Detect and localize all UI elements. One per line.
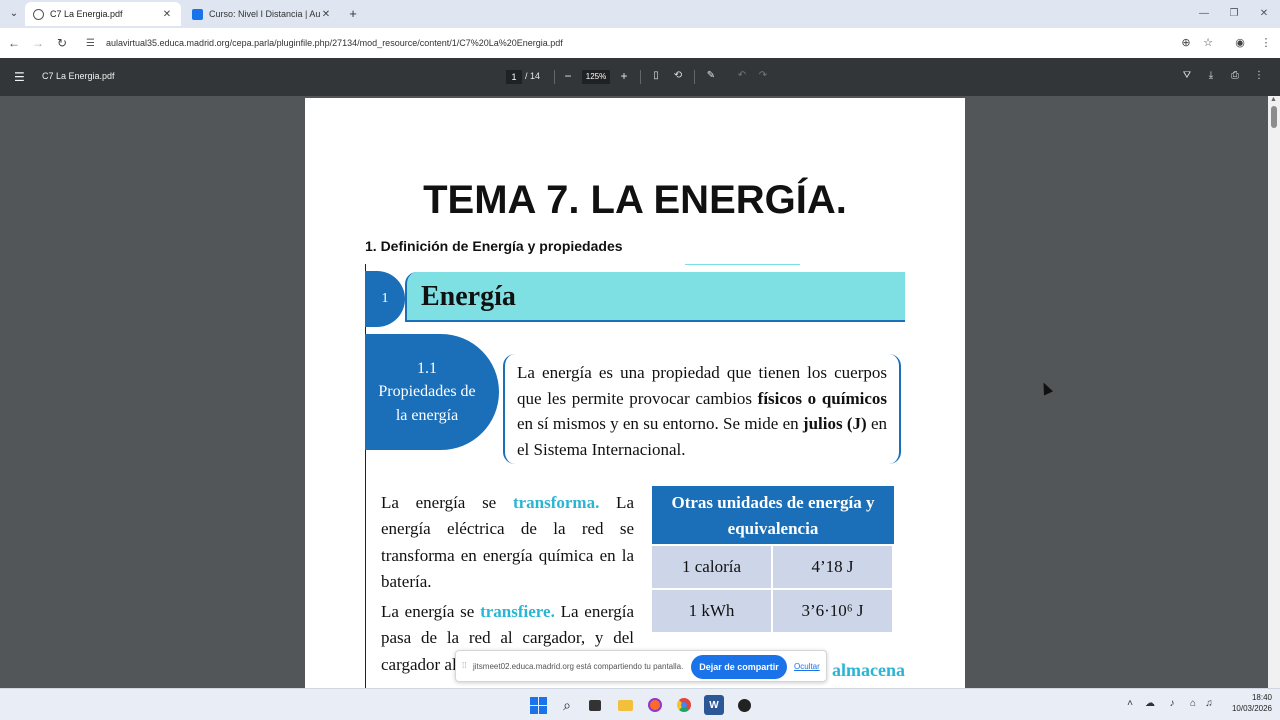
drive-save-icon[interactable]: ⛛ xyxy=(1180,69,1194,83)
hide-link[interactable]: Ocultar xyxy=(794,662,820,671)
page-number-input[interactable]: 1 xyxy=(506,70,522,84)
properties-heading: 1.1 Propiedades de la energía xyxy=(365,334,499,450)
definition-text: en sí mismos y en su entorno. Se mide en xyxy=(517,414,803,433)
word-icon[interactable]: W xyxy=(704,695,724,715)
screen-share-bar: ⁞⁞ jitsmeet02.educa.madrid.org está comp… xyxy=(455,650,827,682)
keyword: transforma. xyxy=(512,493,600,512)
tab-strip: ⌄ C7 La Energia.pdf ✕ Curso: Nivel I Dis… xyxy=(0,0,1280,28)
mouse-cursor-icon xyxy=(1038,380,1054,396)
show-hidden-icons-icon[interactable]: ˄ xyxy=(1123,698,1137,709)
tab-title: Curso: Nivel I Distancia | AulaVi xyxy=(209,9,320,19)
annotate-icon[interactable]: ✎ xyxy=(704,69,718,83)
almacena-keyword: almacena xyxy=(832,660,905,680)
task-view-icon[interactable] xyxy=(585,695,605,715)
banner-title: Energía xyxy=(405,272,905,322)
vertical-scrollbar[interactable]: ▲ xyxy=(1268,96,1280,688)
download-icon[interactable]: ⤓ xyxy=(1204,69,1218,83)
document-title: TEMA 7. LA ENERGÍA. xyxy=(423,178,847,222)
profile-icon[interactable]: ◉ xyxy=(1232,35,1248,51)
drag-handle-icon[interactable]: ⁞⁞ xyxy=(462,661,466,670)
url-text: aulavirtual35.educa.madrid.org/cepa.parl… xyxy=(106,38,563,48)
share-message: jitsmeet02.educa.madrid.org está compart… xyxy=(473,662,684,671)
keyword: transfiere. xyxy=(480,602,555,621)
section-heading: 1. Definición de Energía y propiedades xyxy=(365,238,623,254)
divider xyxy=(694,70,695,84)
units-table-heading: Otras unidades de energía y equivalencia xyxy=(652,486,894,544)
transforma-paragraph: La energía se transforma. La energía elé… xyxy=(381,490,634,595)
zoom-icon[interactable]: ⊕ xyxy=(1178,35,1194,51)
file-explorer-icon[interactable] xyxy=(615,695,635,715)
globe-icon xyxy=(33,8,44,20)
more-options-icon[interactable]: ⋮ xyxy=(1252,69,1266,83)
minimize-icon[interactable]: — xyxy=(1194,6,1214,22)
value-cell: 3’6·10⁶ J xyxy=(773,590,892,632)
tab-title: C7 La Energia.pdf xyxy=(50,9,123,19)
definition-bold: físicos o químicos xyxy=(757,388,888,408)
clock-date: 10/03/2026 xyxy=(1231,703,1272,713)
window-close-icon[interactable]: ✕ xyxy=(1254,6,1274,22)
scrollbar-thumb[interactable] xyxy=(1271,106,1277,128)
divider xyxy=(554,70,555,84)
redo-icon[interactable]: ↷ xyxy=(756,69,770,83)
close-icon[interactable]: ✕ xyxy=(320,9,332,20)
paragraph-text: La energía se xyxy=(381,602,481,621)
print-icon[interactable]: ⎙ xyxy=(1228,69,1242,83)
definition-bold: julios (J) xyxy=(802,414,867,433)
fit-page-icon[interactable]: ▯ xyxy=(649,69,663,83)
reload-icon[interactable]: ↻ xyxy=(54,35,70,51)
zoom-in-button[interactable]: + xyxy=(617,69,631,83)
address-bar[interactable]: ☰ aulavirtual35.educa.madrid.org/cepa.pa… xyxy=(80,31,1230,55)
search-icon[interactable]: ⌕ xyxy=(557,695,577,715)
banner-number: 1 xyxy=(365,271,405,327)
forward-icon[interactable]: → xyxy=(30,35,46,51)
properties-heading-text: 1.1 Propiedades de la energía xyxy=(378,360,476,424)
unit-cell: 1 kWh xyxy=(652,590,771,632)
rotate-icon[interactable]: ⟲ xyxy=(671,69,685,83)
properties-definition: La energía es una propiedad que tienen l… xyxy=(503,354,901,464)
unit-cell: 1 caloría xyxy=(652,546,771,588)
network-icon[interactable]: ⌂ xyxy=(1186,698,1200,709)
page-total: / 14 xyxy=(525,71,541,81)
restore-icon[interactable]: ❐ xyxy=(1224,6,1244,22)
pdf-title: C7 La Energia.pdf xyxy=(42,71,115,81)
pdf-toolbar: ☰ C7 La Energia.pdf 1 / 14 − 125% + ▯ ⟲ … xyxy=(0,58,1280,96)
bookmark-star-icon[interactable]: ☆ xyxy=(1200,35,1216,51)
tab-pdf[interactable]: C7 La Energia.pdf ✕ xyxy=(25,2,181,26)
tab-search-chevron-icon[interactable]: ⌄ xyxy=(6,6,22,22)
pdf-canvas[interactable]: TEMA 7. LA ENERGÍA. 1. Definición de Ene… xyxy=(0,96,1268,688)
taskbar: ⌕ W ˄ ☁ ♪ ⌂ ♫ 18:40 10/03/2026 xyxy=(0,688,1280,720)
clock-time: 18:40 xyxy=(1251,693,1272,702)
tab-course[interactable]: Curso: Nivel I Distancia | AulaVi ✕ xyxy=(184,2,340,26)
divider xyxy=(685,264,800,265)
windows-logo-icon xyxy=(529,696,547,714)
close-icon[interactable]: ✕ xyxy=(161,9,173,20)
scroll-up-icon[interactable]: ▲ xyxy=(1270,96,1277,103)
site-info-icon[interactable]: ☰ xyxy=(86,38,100,49)
paragraph-text: La energía se xyxy=(381,493,513,512)
zoom-out-button[interactable]: − xyxy=(561,69,575,83)
back-icon[interactable]: ← xyxy=(6,35,22,51)
windows-start-icon[interactable] xyxy=(528,695,548,715)
app-icon[interactable] xyxy=(734,695,754,715)
pdf-page: TEMA 7. LA ENERGÍA. 1. Definición de Ene… xyxy=(305,98,965,688)
new-tab-button[interactable]: + xyxy=(345,6,361,22)
browser-toolbar: ← → ↻ ☰ aulavirtual35.educa.madrid.org/c… xyxy=(0,28,1280,58)
stop-sharing-button[interactable]: Dejar de compartir xyxy=(691,655,787,679)
divider xyxy=(640,70,641,84)
browser-menu-icon[interactable]: ⋮ xyxy=(1258,35,1274,51)
microphone-icon[interactable]: ♪ xyxy=(1165,698,1179,709)
sidebar-menu-icon[interactable]: ☰ xyxy=(14,70,28,84)
zoom-level-input[interactable]: 125% xyxy=(582,70,610,84)
firefox-icon[interactable] xyxy=(645,695,665,715)
chrome-icon[interactable] xyxy=(674,695,694,715)
cloud-icon[interactable]: ☁ xyxy=(1143,698,1157,709)
graduation-cap-icon xyxy=(192,8,203,20)
volume-icon[interactable]: ♫ xyxy=(1202,698,1216,709)
system-clock[interactable]: 18:40 10/03/2026 xyxy=(1222,693,1272,715)
divider xyxy=(365,264,366,688)
undo-icon[interactable]: ↶ xyxy=(735,69,749,83)
value-cell: 4’18 J xyxy=(773,546,892,588)
